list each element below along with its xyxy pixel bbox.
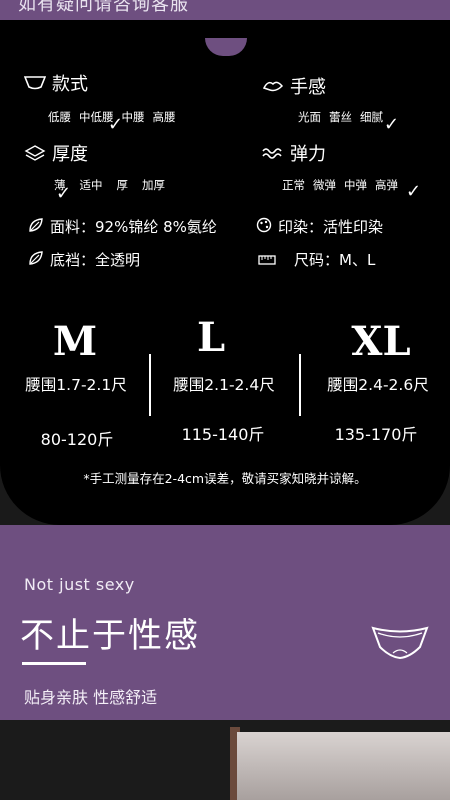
feel-option: 蕾丝 <box>329 110 352 124</box>
style-option: 中腰 <box>121 110 145 124</box>
size-xl-weight: 135-170斤 <box>334 425 418 444</box>
leaf-icon <box>28 217 44 237</box>
feel-option: 细腻 <box>360 110 383 124</box>
briefs-icon <box>24 74 46 92</box>
fabric-text: 面料：92%锦纶 8%氨纶 <box>50 218 217 236</box>
size-xl-label: XL <box>351 318 411 365</box>
palette-icon <box>256 217 272 237</box>
spec-thickness-title: 厚度 <box>52 144 88 165</box>
size-code-text: 尺码：M、L <box>294 251 376 269</box>
feel-option: 光面 <box>298 110 321 124</box>
size-l-waist: 腰围2.1-2.4尺 <box>173 376 275 394</box>
thickness-option: 适中 <box>79 178 103 192</box>
hand-icon <box>262 77 284 95</box>
ruler-icon <box>258 251 276 269</box>
spec-style-title: 款式 <box>52 74 88 95</box>
print-text: 印染：活性印染 <box>278 218 384 236</box>
style-option: 高腰 <box>152 110 176 124</box>
size-m-label: M <box>52 318 98 365</box>
wave-icon <box>262 144 284 162</box>
thickness-option: 厚 <box>116 178 129 192</box>
leaf-icon <box>28 250 44 270</box>
thickness-option: 加厚 <box>142 178 165 192</box>
check-mark-icon: ✓ <box>384 114 400 135</box>
check-mark-icon: ✓ <box>56 183 72 204</box>
elasticity-option: 正常 <box>282 178 305 192</box>
title-underline <box>22 662 86 665</box>
measurement-note: *手工测量存在2-4cm误差，敬请买家知晓并谅解。 <box>83 471 367 486</box>
panel-notch <box>205 38 247 56</box>
size-code-line: 尺码：M、L <box>258 249 375 270</box>
spec-panel: 款式 低腰 中低腰 中腰 高腰 ✓ 手感 光面 蕾丝 细腻 ✓ 厚度 薄 适中 … <box>0 20 450 525</box>
crotch-line: 底裆：全透明 <box>28 249 140 270</box>
layers-icon <box>24 144 46 162</box>
spec-elasticity-options: 正常 微弹 中弹 高弹 <box>282 177 398 193</box>
size-m-weight: 80-120斤 <box>40 430 114 449</box>
size-l-label: L <box>196 314 226 361</box>
size-divider <box>149 354 151 416</box>
spec-feel-heading: 手感 <box>262 73 326 99</box>
spec-elasticity-title: 弹力 <box>290 144 326 165</box>
check-mark-icon: ✓ <box>108 114 124 135</box>
promo-slogan: 贴身亲肤 性感舒适 <box>24 688 158 707</box>
elasticity-option: 高弹 <box>375 178 398 192</box>
size-divider <box>299 354 301 416</box>
size-xl-waist: 腰围2.4-2.6尺 <box>327 376 429 394</box>
fabric-line: 面料：92%锦纶 8%氨纶 <box>28 216 217 237</box>
spec-feel-title: 手感 <box>290 77 326 98</box>
customer-service-hint: 如有疑问请咨询客服 <box>18 0 189 15</box>
print-line: 印染：活性印染 <box>256 216 383 237</box>
style-option: 低腰 <box>48 110 71 124</box>
briefs-icon <box>370 623 430 665</box>
promo-title: 不止于性感 <box>20 616 200 656</box>
spec-elasticity-heading: 弹力 <box>262 140 326 166</box>
size-l-weight: 115-140斤 <box>181 425 265 444</box>
spec-feel-options: 光面 蕾丝 细腻 <box>298 109 383 125</box>
elasticity-option: 中弹 <box>344 178 367 192</box>
size-m-waist: 腰围1.7-2.1尺 <box>25 376 127 394</box>
product-photo-fabric <box>237 732 450 800</box>
spec-thickness-heading: 厚度 <box>24 140 88 166</box>
check-mark-icon: ✓ <box>406 181 422 202</box>
elasticity-option: 微弹 <box>313 178 336 192</box>
spec-style-heading: 款式 <box>24 70 88 96</box>
promo-subtitle-en: Not just sexy <box>24 575 135 594</box>
crotch-text: 底裆：全透明 <box>50 251 141 269</box>
